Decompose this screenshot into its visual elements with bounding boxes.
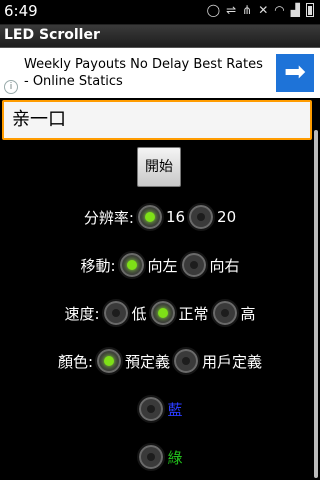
color-choice-blue[interactable]: 藍 (167, 399, 182, 420)
usb-icon: ⇌ (226, 3, 237, 17)
color-choice-blue-row: 藍 (0, 393, 320, 425)
color-choice-green-row: 綠 (0, 441, 320, 473)
resolution-label: 分辨率: (83, 208, 134, 227)
direction-radio-right[interactable] (179, 251, 208, 279)
color-choice-radio-green[interactable] (137, 443, 166, 471)
color-radio-custom[interactable] (172, 347, 201, 375)
scrollbar[interactable] (314, 130, 318, 478)
status-time: 6:49 (4, 2, 38, 20)
speed-option-normal[interactable]: 正常 (179, 303, 209, 324)
color-choice-radio-blue[interactable] (137, 395, 166, 423)
scroll-text-input[interactable]: 亲一口 (2, 100, 312, 140)
speed-row: 速度: 低 正常 高 (0, 297, 320, 329)
arrow-right-icon[interactable]: ➡ (276, 54, 314, 92)
color-option-predefined[interactable]: 預定義 (125, 351, 170, 372)
wifi-icon: ◠ (274, 3, 285, 17)
ad-text[interactable]: Weekly Payouts No Delay Best Rates - Onl… (24, 56, 269, 90)
ad-banner[interactable]: Weekly Payouts No Delay Best Rates - Onl… (0, 48, 320, 98)
speed-radio-low[interactable] (101, 299, 130, 327)
speed-option-low[interactable]: 低 (132, 303, 147, 324)
resolution-option-20[interactable]: 20 (217, 208, 236, 226)
speed-radio-high[interactable] (210, 299, 239, 327)
status-bar: 6:49 ◯ ⇌ ⋔ ✕ ◠ ▟ (0, 0, 320, 25)
resolution-row: 分辨率: 16 20 (0, 201, 320, 233)
direction-option-left[interactable]: 向左 (148, 255, 178, 276)
battery-icon (306, 3, 314, 17)
signal-icon: ▟ (290, 3, 300, 17)
start-button[interactable]: 開始 (137, 147, 181, 187)
direction-label: 移動: (80, 256, 116, 275)
app-title-bar: LED Scroller (0, 25, 320, 48)
resolution-radio-20[interactable] (187, 203, 216, 231)
direction-radio-left[interactable] (117, 251, 146, 279)
speed-option-high[interactable]: 高 (241, 303, 256, 324)
speed-radio-normal[interactable] (148, 299, 177, 327)
app-title: LED Scroller (4, 27, 100, 43)
color-choice-green[interactable]: 綠 (167, 447, 182, 468)
color-radio-predefined[interactable] (95, 347, 124, 375)
color-option-custom[interactable]: 用戶定義 (202, 351, 262, 372)
info-icon[interactable]: i (4, 80, 18, 94)
direction-option-right[interactable]: 向右 (210, 255, 240, 276)
chat-icon: ◯ (206, 3, 221, 17)
color-label: 顏色: (57, 352, 94, 371)
direction-row: 移動: 向左 向右 (0, 249, 320, 281)
speed-label: 速度: (64, 304, 100, 323)
resolution-radio-16[interactable] (135, 203, 164, 231)
status-icons: ◯ ⇌ ⋔ ✕ ◠ ▟ (207, 3, 314, 17)
color-mode-row: 顏色: 預定義 用戶定義 (0, 345, 320, 377)
mute-icon: ✕ (258, 3, 269, 17)
resolution-option-16[interactable]: 16 (166, 208, 185, 226)
usb-debug-icon: ⋔ (242, 3, 253, 17)
